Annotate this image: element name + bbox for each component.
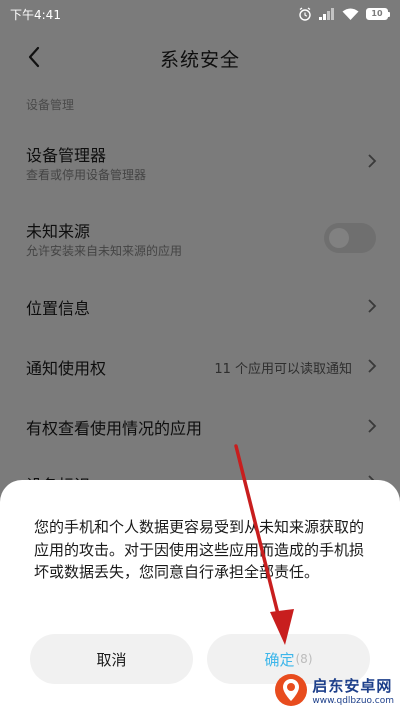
alarm-icon bbox=[299, 7, 311, 21]
chevron-right-icon bbox=[368, 359, 377, 373]
chevron-right-icon bbox=[368, 419, 377, 433]
confirm-label: 确定 bbox=[264, 650, 295, 669]
row-title: 设备管理器 bbox=[26, 146, 107, 165]
status-time: 下午4:41 bbox=[10, 7, 61, 22]
settings-row-location[interactable]: 位置信息 bbox=[0, 280, 400, 330]
row-value: 11 个应用可以读取通知 bbox=[214, 362, 352, 377]
app-header: 系统安全 bbox=[0, 28, 400, 86]
battery-icon: 10 bbox=[366, 8, 390, 20]
section-header-device-management: 设备管理 bbox=[26, 98, 75, 112]
row-title: 未知来源 bbox=[26, 222, 91, 241]
row-subtitle: 允许安装来自未知来源的应用 bbox=[26, 244, 183, 258]
status-bar: 下午4:41 10 bbox=[0, 0, 400, 28]
settings-row-notification-access[interactable]: 通知使用权 11 个应用可以读取通知 bbox=[0, 340, 400, 390]
watermark-brand: 启东安卓网 bbox=[312, 676, 393, 695]
chevron-right-icon bbox=[368, 154, 377, 168]
watermark: 启东安卓网 www.qdlbzuo.com bbox=[274, 673, 394, 707]
page-title: 系统安全 bbox=[159, 49, 240, 71]
row-subtitle: 查看或停用设备管理器 bbox=[26, 168, 147, 182]
settings-row-usage-access[interactable]: 有权查看使用情况的应用 bbox=[0, 400, 400, 450]
row-title: 有权查看使用情况的应用 bbox=[26, 419, 203, 438]
settings-row-device-manager[interactable]: 设备管理器 查看或停用设备管理器 bbox=[0, 132, 400, 190]
settings-row-unknown-sources: 未知来源 允许安装来自未知来源的应用 bbox=[0, 210, 400, 268]
status-icons: 10 bbox=[298, 7, 390, 21]
signal-icon bbox=[319, 8, 334, 20]
row-title: 通知使用权 bbox=[26, 359, 107, 378]
confirm-countdown: (8) bbox=[295, 652, 313, 666]
wifi-icon bbox=[342, 8, 359, 20]
row-title: 位置信息 bbox=[26, 299, 91, 318]
cancel-label: 取消 bbox=[96, 650, 127, 669]
battery-level: 10 bbox=[366, 8, 388, 20]
chevron-right-icon bbox=[368, 299, 377, 313]
toggle-knob bbox=[329, 228, 349, 248]
unknown-sources-toggle[interactable] bbox=[324, 223, 376, 253]
watermark-url: www.qdlbzuo.com bbox=[312, 695, 394, 706]
cancel-button[interactable]: 取消 bbox=[30, 634, 193, 684]
dialog-message: 您的手机和个人数据更容易受到从未知来源获取的应用的攻击。对于因使用这些应用而造成… bbox=[34, 518, 365, 581]
watermark-logo-icon bbox=[275, 674, 308, 706]
